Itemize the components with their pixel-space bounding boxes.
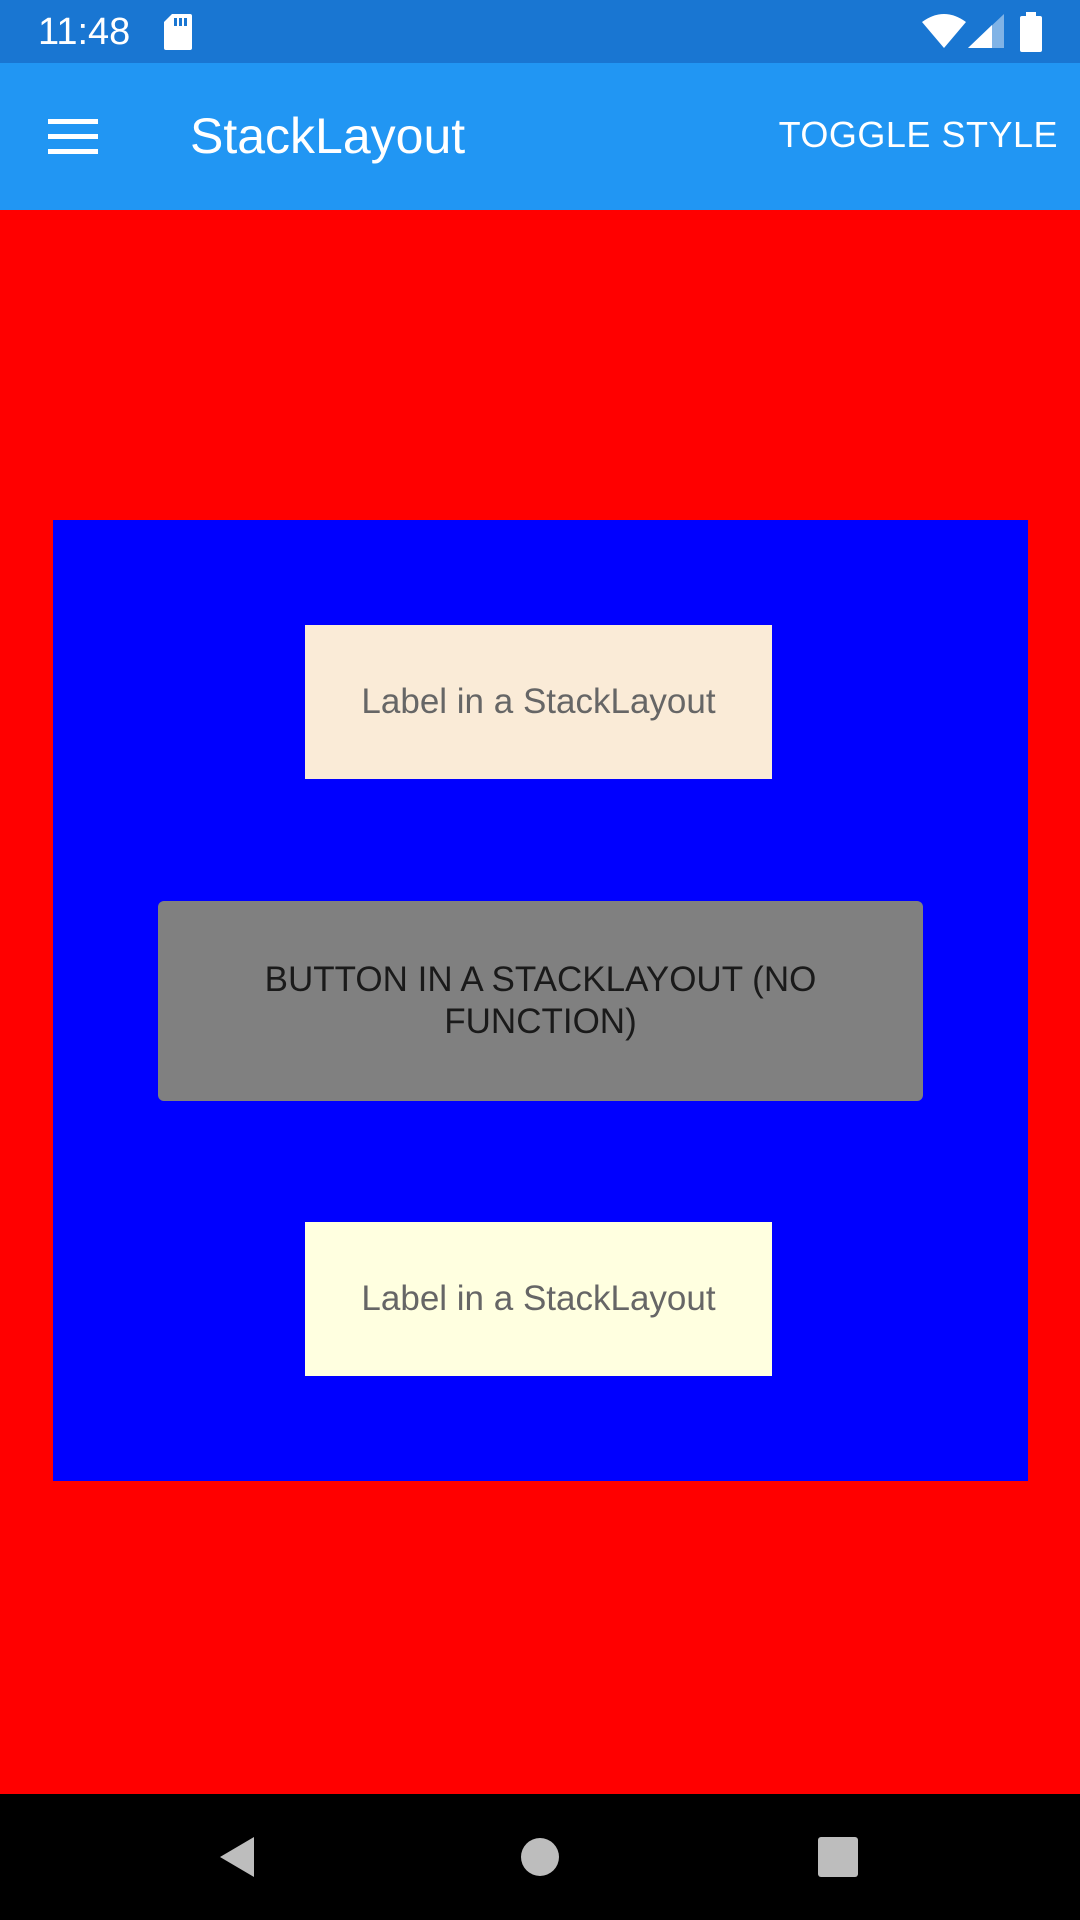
back-button[interactable] (208, 1827, 268, 1887)
back-icon (220, 1837, 254, 1877)
menu-button[interactable] (30, 101, 114, 173)
wifi-icon (922, 14, 966, 48)
page-title: StackLayout (190, 108, 466, 164)
home-button[interactable] (510, 1827, 570, 1887)
hamburger-menu-icon (48, 119, 98, 154)
recents-icon (818, 1837, 858, 1877)
signal-icon (968, 14, 1004, 48)
nav-bar (0, 1794, 1080, 1920)
recents-button[interactable] (808, 1827, 868, 1887)
toggle-style-button[interactable]: TOGGLE STYLE (779, 113, 1058, 157)
stack-layout: Label in a StackLayout BUTTON IN A STACK… (53, 520, 1028, 1481)
home-icon (521, 1838, 559, 1876)
stack-label-bottom: Label in a StackLayout (305, 1222, 772, 1376)
status-time: 11:48 (38, 11, 131, 53)
app-bar: StackLayout TOGGLE STYLE (0, 63, 1080, 210)
sd-card-icon (164, 14, 192, 50)
stack-button[interactable]: BUTTON IN A STACKLAYOUT (NO FUNCTION) (158, 901, 923, 1101)
stack-label-top: Label in a StackLayout (305, 625, 772, 779)
screen: 11:48 StackLayout TOGGLE STYLE Label in … (0, 0, 1080, 1920)
battery-icon (1020, 12, 1042, 52)
status-bar: 11:48 (0, 0, 1080, 63)
